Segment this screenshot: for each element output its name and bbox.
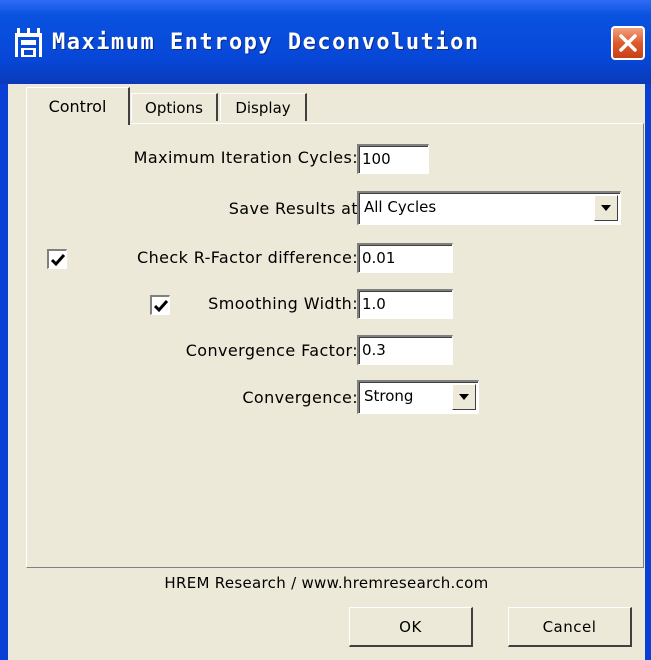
smoothing-checkbox[interactable] (150, 295, 170, 315)
credit-text: HREM Research / www.hremresearch.com (164, 574, 489, 592)
chevron-down-icon (459, 394, 469, 400)
title-bar[interactable]: Maximum Entropy Deconvolution (0, 0, 651, 84)
control-tab-panel: Maximum Iteration Cycles: 100 Save Resul… (26, 123, 644, 568)
save-results-label: Save Results at (228, 199, 358, 218)
max-iteration-input[interactable]: 100 (357, 144, 429, 174)
check-r-factor-label: Check R-Factor difference: (137, 248, 358, 267)
ok-button[interactable]: OK (349, 607, 473, 647)
close-button[interactable] (611, 26, 645, 60)
checkmark-icon (153, 299, 168, 312)
convergence-factor-label: Convergence Factor: (185, 341, 358, 360)
window-title: Maximum Entropy Deconvolution (52, 30, 480, 55)
convergence-label: Convergence: (242, 388, 358, 407)
dialog-body: Control Options Display Maximum Iteratio… (8, 84, 645, 660)
r-factor-input[interactable]: 0.01 (357, 243, 453, 273)
save-results-dropdown-button[interactable] (594, 195, 618, 221)
convergence-value: Strong (364, 387, 414, 405)
tab-options[interactable]: Options (131, 93, 218, 121)
chevron-down-icon (601, 205, 611, 211)
close-icon (619, 34, 637, 52)
save-results-select[interactable]: All Cycles (357, 191, 621, 225)
smoothing-width-label: Smoothing Width: (208, 294, 358, 313)
max-iteration-label: Maximum Iteration Cycles: (133, 148, 358, 167)
dialog-window: Maximum Entropy Deconvolution Control Op… (0, 0, 651, 660)
tab-control[interactable]: Control (26, 87, 130, 125)
check-r-factor-checkbox[interactable] (47, 249, 67, 269)
app-icon (15, 28, 43, 60)
cancel-button[interactable]: Cancel (508, 607, 632, 647)
smoothing-width-input[interactable]: 1.0 (357, 289, 453, 319)
convergence-factor-input[interactable]: 0.3 (357, 335, 453, 365)
save-results-value: All Cycles (364, 198, 437, 216)
convergence-select[interactable]: Strong (357, 380, 479, 414)
convergence-dropdown-button[interactable] (452, 384, 476, 410)
checkmark-icon (50, 253, 65, 266)
tab-display[interactable]: Display (220, 93, 307, 121)
